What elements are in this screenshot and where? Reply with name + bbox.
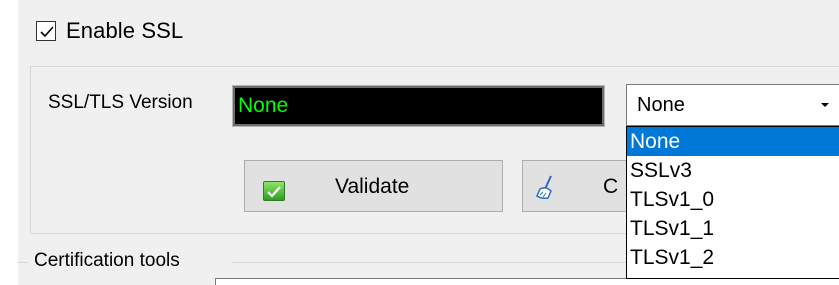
ssl-tls-version-label: SSL/TLS Version: [48, 92, 193, 113]
clear-button-label: C: [603, 175, 619, 198]
dropdown-option-sslv3[interactable]: SSLv3: [627, 156, 839, 185]
certification-group-border: [18, 262, 28, 263]
enable-ssl-checkbox[interactable]: [36, 21, 56, 41]
certification-field[interactable]: [215, 278, 839, 285]
checkmark-icon: [40, 26, 54, 38]
validate-button-label: Validate: [335, 175, 410, 198]
chevron-down-icon: [821, 103, 829, 107]
ssl-version-select[interactable]: None: [626, 84, 839, 126]
enable-ssl-label: Enable SSL: [66, 18, 184, 43]
dropdown-option-tlsv1-0[interactable]: TLSv1_0: [627, 185, 839, 214]
validate-button[interactable]: Validate: [244, 160, 503, 212]
certification-tools-title: Certification tools: [34, 249, 180, 273]
certification-group-border: [232, 262, 626, 263]
dropdown-option-tlsv1-1[interactable]: TLSv1_1: [627, 214, 839, 243]
dropdown-option-none[interactable]: None: [627, 127, 839, 156]
green-check-icon: [263, 181, 285, 201]
ssl-version-select-value: None: [637, 94, 685, 116]
ssl-version-display: None: [232, 85, 605, 127]
ssl-version-dropdown-list[interactable]: None SSLv3 TLSv1_0 TLSv1_1 TLSv1_2: [626, 126, 839, 279]
broom-icon: [536, 175, 552, 199]
enable-ssl-checkbox-row[interactable]: Enable SSL: [36, 16, 183, 46]
dropdown-option-tlsv1-2[interactable]: TLSv1_2: [627, 243, 839, 272]
clear-button[interactable]: C: [522, 160, 628, 212]
